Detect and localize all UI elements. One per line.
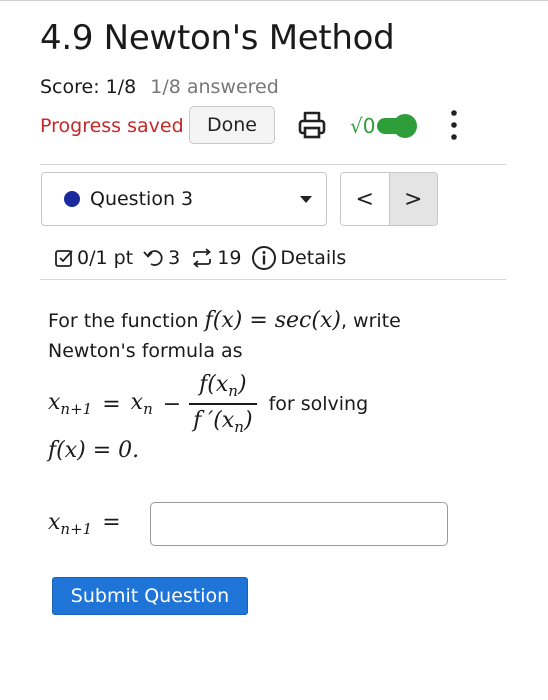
printer-icon[interactable] xyxy=(296,109,328,141)
formula-fraction: f(xn) f ′(xn) xyxy=(189,372,257,436)
math-entry-toggle[interactable]: √0 xyxy=(350,110,418,142)
question-intro: For the function xyxy=(48,310,199,332)
toolbar-divider xyxy=(40,164,506,165)
answer-equals: = xyxy=(102,510,121,535)
score-summary: Score: 1/8 1/8 answered xyxy=(40,76,279,98)
score-text: Score: 1/8 xyxy=(40,76,137,98)
question-nav: < > xyxy=(340,172,438,226)
page-title: 4.9 Newton's Method xyxy=(40,18,395,58)
next-question-button[interactable]: > xyxy=(389,173,437,225)
math-toggle-label: √0 xyxy=(350,114,376,138)
fraction-numerator: f(xn) xyxy=(195,372,250,403)
fraction-denominator: f ′(xn) xyxy=(189,405,256,436)
points-text: 0/1 pt xyxy=(77,247,134,269)
denominator-sub: n xyxy=(234,417,244,436)
meta-divider xyxy=(40,279,506,280)
done-button[interactable]: Done xyxy=(189,106,275,144)
toggle-knob xyxy=(393,114,418,138)
info-icon xyxy=(252,246,277,270)
repeat-icon xyxy=(193,248,212,268)
formula-x-sub: n xyxy=(143,400,153,418)
answer-label: xn+1 = xyxy=(48,510,121,538)
answer-lhs-var: x xyxy=(48,510,61,535)
formula-x-var: x xyxy=(130,390,144,415)
answer-lhs-sub: n+1 xyxy=(60,520,93,538)
formula-lhs-var: x xyxy=(48,390,61,415)
checkbox-icon xyxy=(55,250,73,267)
numerator-close: ) xyxy=(237,372,247,398)
points-info: 0/1 pt xyxy=(54,247,133,269)
retries-info: 3 xyxy=(143,247,180,269)
formula-minus: − xyxy=(162,391,182,417)
progress-status: Progress saved xyxy=(40,115,184,137)
submit-question-button[interactable]: Submit Question xyxy=(52,577,248,615)
toggle-switch[interactable] xyxy=(377,114,418,138)
formula-equals: = xyxy=(102,391,121,417)
target-equation: f(x) = 0. xyxy=(48,438,140,463)
chevron-down-icon xyxy=(300,196,312,203)
numerator-f: f(x xyxy=(199,372,229,398)
undo-icon xyxy=(143,250,163,266)
answered-count: 1/8 answered xyxy=(150,76,279,98)
denominator-f: f ′(x xyxy=(193,407,235,433)
question-status-dot xyxy=(64,191,80,207)
question-text: For the function f(x) = sec(x), write Ne… xyxy=(48,306,468,366)
denominator-close: ) xyxy=(243,407,253,433)
kebab-menu-icon[interactable] xyxy=(446,108,462,142)
newton-formula: xn+1 = xn − f(xn) f ′(xn) for solving xyxy=(48,368,368,440)
formula-lhs-sub: n+1 xyxy=(60,400,93,418)
details-link[interactable]: Details xyxy=(251,245,346,271)
numerator-sub: n xyxy=(228,382,238,401)
for-solving-text: for solving xyxy=(268,393,369,415)
details-label: Details xyxy=(280,247,347,269)
retries-count: 3 xyxy=(168,247,181,269)
question-meta: 0/1 pt 3 19 Details xyxy=(54,244,346,272)
attempts-count: 19 xyxy=(217,247,242,269)
previous-question-button[interactable]: < xyxy=(341,173,390,225)
question-selector[interactable]: Question 3 xyxy=(41,172,327,226)
top-border xyxy=(0,0,548,1)
answer-input[interactable] xyxy=(150,502,448,546)
function-definition: f(x) = sec(x) xyxy=(204,308,341,333)
assignment-page: 4.9 Newton's Method Score: 1/8 1/8 answer… xyxy=(0,0,548,700)
question-selector-label: Question 3 xyxy=(90,188,194,210)
formula-lhs: xn+1 xyxy=(48,390,92,418)
formula-x: xn xyxy=(131,390,153,418)
attempts-info: 19 xyxy=(190,247,241,269)
